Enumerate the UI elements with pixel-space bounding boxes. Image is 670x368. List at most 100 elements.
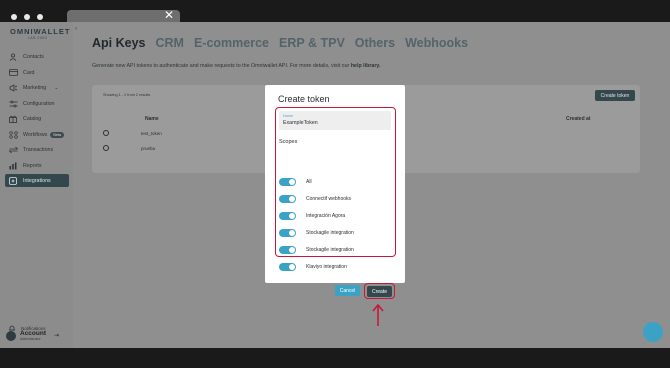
token-name: test_token — [141, 130, 162, 136]
sidebar-item-label: Integrations — [23, 177, 51, 184]
tab-e-commerce[interactable]: E-commerce — [194, 36, 269, 50]
bottom-bar — [0, 348, 670, 368]
sidebar-item-integrations[interactable]: Integrations — [5, 174, 69, 187]
help-library-link[interactable]: help library. — [351, 63, 381, 69]
scope-toggle[interactable] — [279, 263, 296, 271]
results-count: Showing 1 - 2 from 2 results — [103, 93, 151, 97]
column-header-created-at: Created at — [566, 116, 591, 122]
app-viewport: OMNIWALLET LAB 2000 Contacts Card Market… — [0, 22, 670, 348]
scope-label: All — [306, 179, 312, 185]
sidebar-item-label: Transactions — [23, 146, 54, 153]
column-header-name: Name — [145, 116, 159, 122]
sidebar-item-configuration[interactable]: Configuration — [5, 97, 69, 110]
scope-row: Klaviyo integration — [279, 262, 347, 272]
toggle-knob — [289, 247, 295, 253]
sidebar-item-label: Catalog — [23, 115, 42, 122]
sliders-icon — [8, 99, 18, 109]
chart-icon — [8, 161, 18, 171]
workflow-icon — [8, 130, 18, 140]
toggle-knob — [289, 264, 295, 270]
logout-icon[interactable]: ⇥ — [54, 332, 59, 339]
sidebar-item-contacts[interactable]: Contacts — [5, 50, 69, 63]
logo-name: OMNIWALLET — [10, 27, 71, 36]
sidebar-item-transactions[interactable]: Transactions — [5, 143, 69, 156]
transactions-icon — [8, 145, 18, 155]
chevron-down-icon[interactable]: ⌄ — [54, 85, 58, 91]
sidebar-item-catalog[interactable]: Catalog — [5, 112, 69, 125]
user-icon — [8, 52, 18, 62]
logo-subtitle: LAB 2000 — [27, 36, 48, 40]
cancel-button[interactable]: Cancel — [335, 285, 360, 296]
card-icon — [8, 68, 18, 78]
integrations-icon — [8, 176, 18, 186]
sidebar-item-workflows[interactable]: Workflows Beta — [5, 128, 69, 141]
token-name: prueba — [141, 145, 156, 151]
megaphone-icon — [8, 83, 18, 93]
account[interactable]: Account Administrator ⇥ — [6, 330, 59, 341]
logo: OMNIWALLET LAB 2000 — [10, 27, 71, 40]
row-radio[interactable] — [103, 130, 109, 136]
scope-row: All — [279, 177, 312, 187]
scope-toggle[interactable] — [279, 229, 296, 237]
create-button[interactable]: Create — [367, 286, 392, 297]
scope-toggle[interactable] — [279, 212, 296, 220]
close-tab-icon[interactable]: ✕ — [164, 8, 174, 22]
sidebar-item-label: Contacts — [23, 53, 44, 60]
sidebar-item-reports[interactable]: Reports — [5, 159, 69, 172]
gift-icon — [8, 114, 18, 124]
avatar — [6, 330, 16, 341]
scope-label: Stockagile integration — [306, 247, 354, 253]
window-dot-icon[interactable] — [37, 14, 43, 20]
tab-crm[interactable]: CRM — [156, 36, 184, 50]
scope-row: Integración Agora — [279, 211, 345, 221]
scope-label: Integración Agora — [306, 213, 346, 219]
window-dot-icon[interactable] — [11, 14, 17, 20]
toggle-knob — [289, 230, 295, 236]
table-row[interactable]: prueba — [103, 143, 155, 153]
create-token-modal: Create token Name ExampleToken Scopes Al… — [265, 85, 405, 299]
name-field-label: Name — [283, 114, 294, 118]
scope-toggle[interactable] — [279, 195, 296, 203]
integration-tabs: Api Keys CRM E-commerce ERP & TPV Others… — [92, 36, 478, 50]
row-radio[interactable] — [103, 145, 109, 151]
modal-title: Create token — [278, 94, 330, 104]
page-description: Generate new API tokens to authenticate … — [92, 63, 380, 69]
create-token-button[interactable]: Create token — [595, 90, 635, 101]
toggle-knob — [289, 179, 295, 185]
sidebar-item-label: Marketing — [23, 84, 47, 91]
name-field-value[interactable]: ExampleToken — [283, 120, 318, 126]
beta-badge: Beta — [50, 131, 65, 138]
description-text: Generate new API tokens to authenticate … — [92, 63, 350, 69]
tab-webhooks[interactable]: Webhooks — [405, 36, 468, 50]
scope-row: Stockagile integration — [279, 228, 354, 238]
scope-row: Connectif webhooks — [279, 194, 351, 204]
table-row[interactable]: test_token — [103, 128, 162, 138]
collapse-sidebar-icon[interactable]: ‹ — [75, 26, 77, 32]
scope-label: Stockagile integration — [306, 230, 354, 236]
tab-erp-tpv[interactable]: ERP & TPV — [279, 36, 345, 50]
sidebar-item-label: Workflows — [23, 131, 48, 138]
toggle-knob — [289, 196, 295, 202]
account-name: Account — [20, 330, 46, 337]
sidebar-item-label: Reports — [23, 162, 42, 169]
scope-row: Stockagile integration — [279, 245, 354, 255]
name-field[interactable]: Name ExampleToken — [279, 111, 391, 130]
tab-others[interactable]: Others — [355, 36, 395, 50]
scope-label: Connectif webhooks — [306, 196, 352, 202]
scopes-title: Scopes — [279, 139, 298, 145]
scope-label: Klaviyo integration — [306, 264, 347, 270]
sidebar: OMNIWALLET LAB 2000 Contacts Card Market… — [0, 22, 73, 348]
scope-toggle[interactable] — [279, 178, 296, 186]
sidebar-item-marketing[interactable]: Marketing ⌄ — [5, 81, 69, 94]
chat-bubble-button[interactable] — [643, 322, 663, 342]
tab-api-keys[interactable]: Api Keys — [92, 36, 146, 50]
browser-chrome: ✕ — [0, 0, 670, 23]
toggle-knob — [289, 213, 295, 219]
account-role: Administrator — [20, 337, 41, 341]
sidebar-item-card[interactable]: Card — [5, 66, 69, 79]
arrow-up-icon — [372, 303, 384, 326]
sidebar-item-label: Configuration — [23, 100, 55, 107]
window-dot-icon[interactable] — [24, 14, 30, 20]
sidebar-item-label: Card — [23, 69, 35, 76]
scope-toggle[interactable] — [279, 246, 296, 254]
